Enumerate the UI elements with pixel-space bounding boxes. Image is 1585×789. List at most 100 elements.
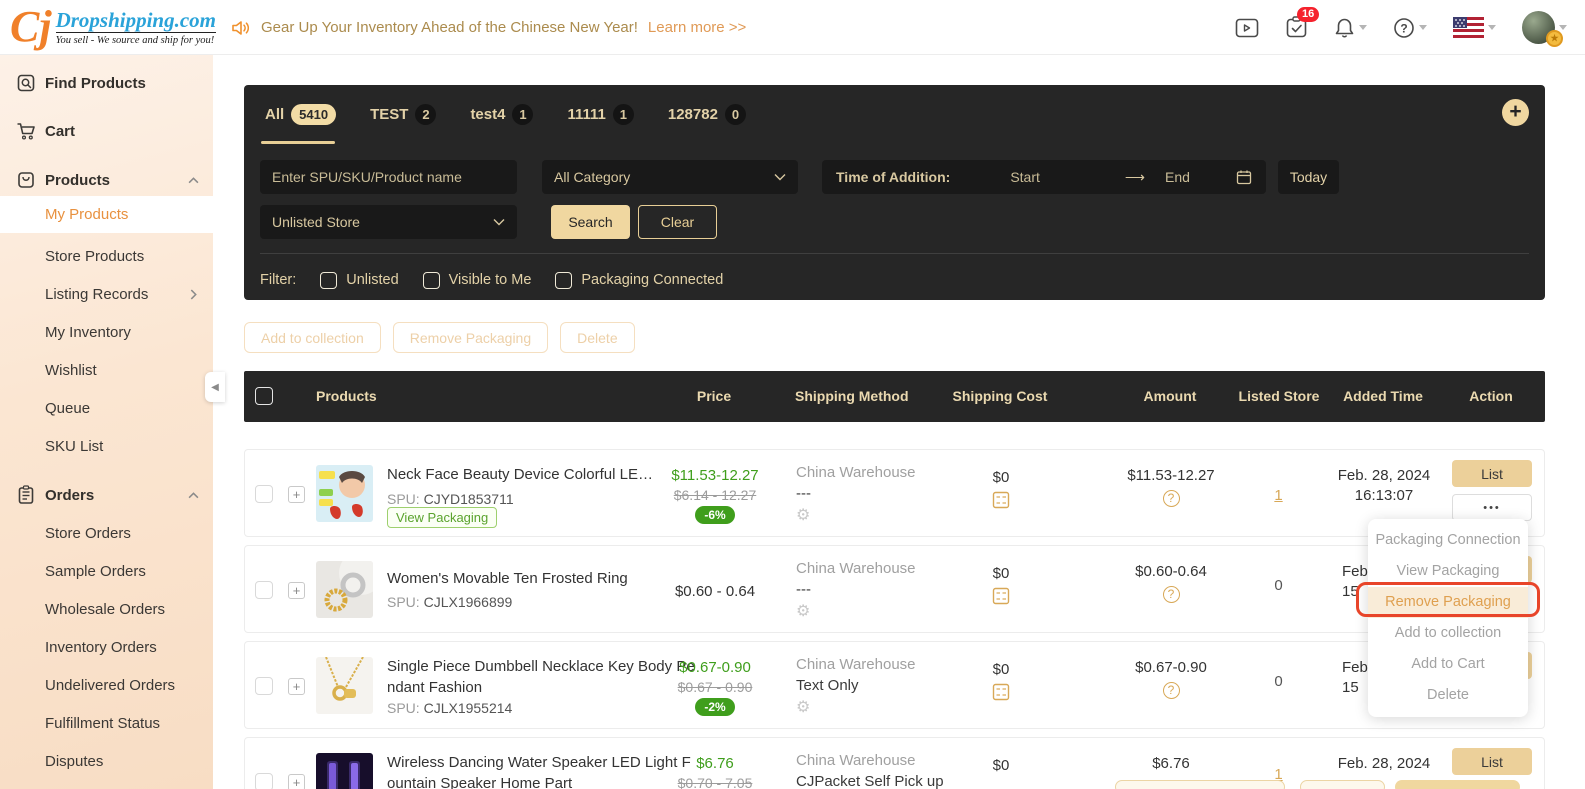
chevron-down-icon <box>493 218 505 226</box>
sidebar-item-my-products[interactable]: My Products <box>0 196 213 233</box>
price-cell: $0.67-0.90 $0.67 - 0.90 -2% <box>655 642 775 716</box>
sidebar-item-undelivered-orders[interactable]: Undelivered Orders <box>0 668 213 702</box>
column-price: Price <box>654 371 774 422</box>
product-title[interactable]: Neck Face Beauty Device Colorful LE… <box>387 464 699 485</box>
list-button[interactable]: List <box>1452 748 1532 775</box>
shipping-method-cell: China Warehouse --- ⚙ <box>796 560 966 621</box>
search-button[interactable]: Search <box>551 205 630 239</box>
more-actions-button[interactable]: ••• <box>1452 494 1532 521</box>
unlisted-checkbox[interactable] <box>320 272 337 289</box>
sidebar-item-inventory-orders[interactable]: Inventory Orders <box>0 630 213 664</box>
visible-to-me-checkbox[interactable] <box>423 272 440 289</box>
sidebar-item-orders[interactable]: Orders <box>0 478 213 512</box>
sidebar-item-listing-records[interactable]: Listing Records <box>0 277 213 311</box>
sidebar-item-disputes[interactable]: Disputes <box>0 744 213 778</box>
menu-item-delete[interactable]: Delete <box>1368 680 1528 711</box>
gear-icon[interactable]: ⚙ <box>796 505 966 525</box>
product-title[interactable]: Women's Movable Ten Frosted Ring <box>387 568 699 589</box>
row-checkbox[interactable] <box>255 677 273 695</box>
video-tutorials-button[interactable] <box>1235 18 1259 38</box>
bulk-remove-packaging-button[interactable]: Remove Packaging <box>393 322 548 353</box>
amount-help-icon[interactable]: ? <box>1163 490 1180 507</box>
time-of-addition-range[interactable]: Time of Addition: Start ⟶ End <box>822 160 1266 194</box>
product-image[interactable] <box>316 561 373 618</box>
discount-badge: -6% <box>695 506 734 524</box>
added-time-cell: Feb. 28, 2024 16:13:07 <box>1317 467 1451 504</box>
expand-button[interactable]: + <box>288 774 305 789</box>
shipping-cost-cell: $0 <box>956 450 1046 509</box>
sidebar-item-wishlist[interactable]: Wishlist <box>0 353 213 387</box>
menu-item-packaging-connection[interactable]: Packaging Connection <box>1368 525 1528 556</box>
menu-item-view-packaging[interactable]: View Packaging <box>1368 556 1528 587</box>
product-image[interactable] <box>316 753 373 789</box>
calculator-icon[interactable] <box>992 683 1010 701</box>
sidebar-collapse-handle[interactable]: ◀ <box>205 372 225 402</box>
filter-visible-to-me[interactable]: Visible to Me <box>423 272 532 289</box>
expand-button[interactable]: + <box>288 486 305 503</box>
sidebar-item-store-products[interactable]: Store Products <box>0 239 213 273</box>
store-select[interactable]: Unlisted Store <box>260 205 517 239</box>
filter-unlisted[interactable]: Unlisted <box>320 272 398 289</box>
calculator-icon[interactable] <box>992 587 1010 605</box>
end-date-placeholder[interactable]: End <box>1165 169 1190 185</box>
tab-test[interactable]: TEST 2 <box>370 104 436 125</box>
sidebar-item-find-products[interactable]: Find Products <box>0 66 213 100</box>
packaging-connected-checkbox[interactable] <box>555 272 572 289</box>
help-button[interactable]: ? <box>1393 17 1427 39</box>
bulk-delete-button[interactable]: Delete <box>560 322 634 353</box>
menu-item-add-to-collection[interactable]: Add to collection <box>1368 618 1528 649</box>
sidebar-item-my-inventory[interactable]: My Inventory <box>0 315 213 349</box>
start-date-placeholder[interactable]: Start <box>1010 169 1040 185</box>
sidebar-item-cart[interactable]: Cart <box>0 114 213 148</box>
tab-11111[interactable]: 11111 1 <box>567 104 633 125</box>
today-button[interactable]: Today <box>1278 160 1339 194</box>
menu-item-add-to-cart[interactable]: Add to Cart <box>1368 649 1528 680</box>
sidebar-item-products[interactable]: Products <box>0 163 213 197</box>
spu-search-input[interactable] <box>260 160 517 194</box>
notifications-button[interactable] <box>1334 17 1367 39</box>
brand-name: Dropshipping.com <box>56 9 216 31</box>
list-button[interactable]: List <box>1452 460 1532 487</box>
price-cell: $6.76 $0.70 - 7.05 <box>655 738 775 789</box>
calculator-icon[interactable] <box>992 491 1010 509</box>
tab-test4[interactable]: test4 1 <box>470 104 533 125</box>
time-of-addition-label: Time of Addition: <box>836 169 950 185</box>
row-checkbox[interactable] <box>255 485 273 503</box>
sidebar-item-sku-list[interactable]: SKU List <box>0 429 213 463</box>
us-flag-icon <box>1453 17 1484 38</box>
amount-help-icon[interactable]: ? <box>1163 586 1180 603</box>
sidebar-item-queue[interactable]: Queue <box>0 391 213 425</box>
amount-help-icon[interactable]: ? <box>1163 682 1180 699</box>
row-checkbox[interactable] <box>255 581 273 599</box>
gear-icon[interactable]: ⚙ <box>796 697 966 717</box>
expand-button[interactable]: + <box>288 582 305 599</box>
gear-icon[interactable]: ⚙ <box>796 601 966 621</box>
row-checkbox[interactable] <box>255 773 273 789</box>
clear-button[interactable]: Clear <box>638 205 717 239</box>
sidebar-item-wholesale-orders[interactable]: Wholesale Orders <box>0 592 213 626</box>
tab-128782[interactable]: 128782 0 <box>668 104 746 125</box>
filter-packaging-connected[interactable]: Packaging Connected <box>555 272 723 289</box>
announcement-link[interactable]: Learn more >> <box>648 19 746 36</box>
sidebar-item-store-orders[interactable]: Store Orders <box>0 516 213 550</box>
price-cell: $11.53-12.27 $6.14 - 12.27 -6% <box>655 450 775 524</box>
language-selector[interactable] <box>1453 17 1496 38</box>
bulk-add-to-collection-button[interactable]: Add to collection <box>244 322 381 353</box>
product-title[interactable]: Single Piece Dumbbell Necklace Key Body … <box>387 656 699 698</box>
account-menu[interactable]: ★ <box>1522 11 1567 44</box>
select-all-checkbox[interactable] <box>255 387 273 405</box>
expand-button[interactable]: + <box>288 678 305 695</box>
listed-store-link[interactable]: 1 <box>1274 487 1282 504</box>
product-image[interactable] <box>316 657 373 714</box>
tasks-button[interactable]: 16 <box>1285 16 1308 39</box>
brand-logo[interactable]: Cj Dropshipping.com You sell - We source… <box>10 3 216 51</box>
tab-all[interactable]: All 5410 <box>265 104 336 125</box>
product-image[interactable] <box>316 465 373 522</box>
menu-item-remove-packaging[interactable]: Remove Packaging <box>1368 587 1528 618</box>
sidebar-item-fulfillment-status[interactable]: Fulfillment Status <box>0 706 213 740</box>
view-packaging-badge[interactable]: View Packaging <box>387 507 497 528</box>
add-collection-button[interactable]: + <box>1502 99 1529 126</box>
category-select[interactable]: All Category <box>542 160 798 194</box>
product-title[interactable]: Wireless Dancing Water Speaker LED Light… <box>387 752 699 789</box>
sidebar-item-sample-orders[interactable]: Sample Orders <box>0 554 213 588</box>
